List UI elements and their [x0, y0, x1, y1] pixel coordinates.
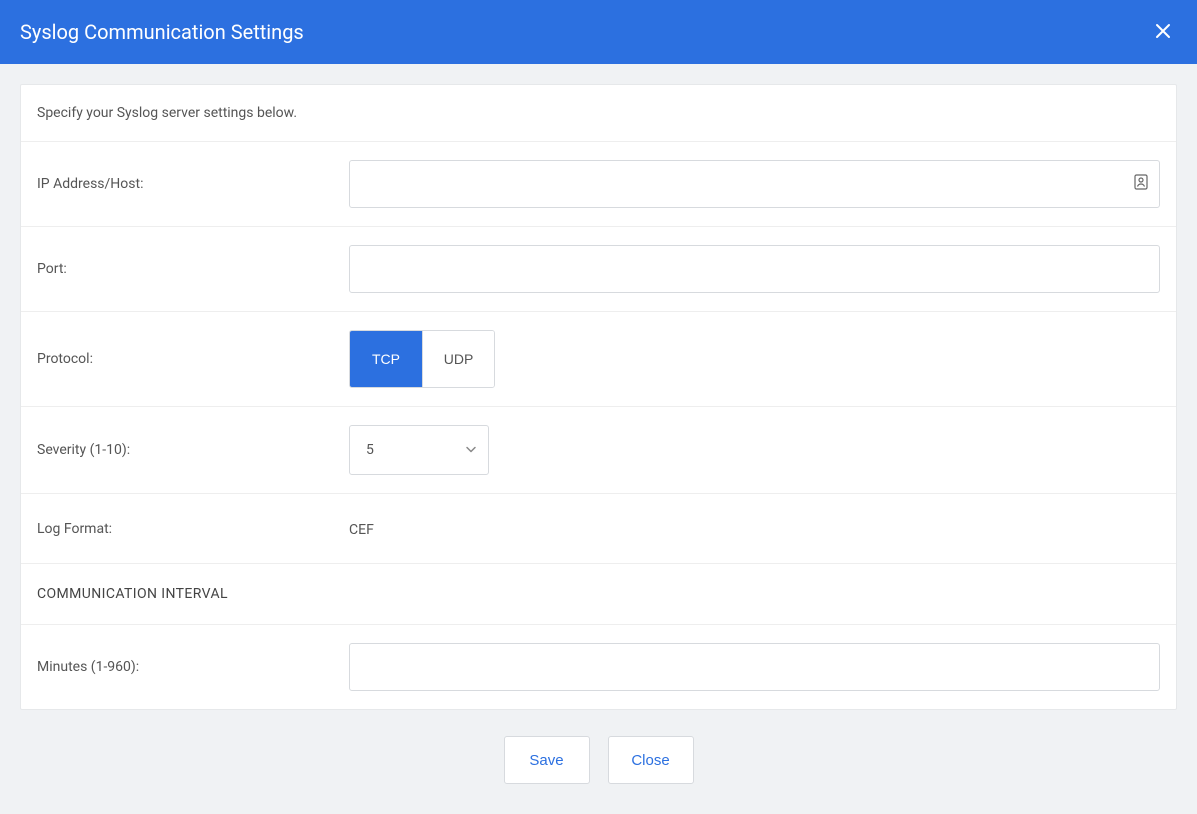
row-protocol: Protocol: TCP UDP	[21, 312, 1176, 407]
logformat-label: Log Format:	[37, 521, 349, 537]
port-label: Port:	[37, 261, 349, 277]
severity-label: Severity (1-10):	[37, 442, 349, 458]
ip-input[interactable]	[349, 160, 1160, 208]
row-logformat: Log Format: CEF	[21, 494, 1176, 564]
section-heading: COMMUNICATION INTERVAL	[21, 564, 1176, 625]
minutes-input[interactable]	[349, 643, 1160, 691]
save-button[interactable]: Save	[504, 736, 590, 784]
row-ip: IP Address/Host:	[21, 142, 1176, 227]
protocol-toggle-group: TCP UDP	[349, 330, 495, 388]
ip-label: IP Address/Host:	[37, 176, 349, 192]
close-icon[interactable]	[1149, 16, 1177, 48]
minutes-label: Minutes (1-960):	[37, 659, 349, 675]
settings-card: Specify your Syslog server settings belo…	[20, 84, 1177, 710]
intro-text: Specify your Syslog server settings belo…	[21, 85, 1176, 142]
dialog-footer: Save Close	[0, 730, 1197, 814]
protocol-label: Protocol:	[37, 351, 349, 367]
protocol-udp-button[interactable]: UDP	[422, 331, 494, 387]
row-port: Port:	[21, 227, 1176, 312]
row-minutes: Minutes (1-960):	[21, 625, 1176, 709]
dialog-title: Syslog Communication Settings	[20, 20, 304, 44]
logformat-value: CEF	[349, 522, 374, 538]
protocol-tcp-button[interactable]: TCP	[350, 331, 422, 387]
row-severity: Severity (1-10): 5	[21, 407, 1176, 494]
dialog-header: Syslog Communication Settings	[0, 0, 1197, 64]
severity-select[interactable]: 5	[349, 425, 489, 475]
severity-value: 5	[366, 442, 374, 458]
close-button[interactable]: Close	[608, 736, 694, 784]
port-input[interactable]	[349, 245, 1160, 293]
